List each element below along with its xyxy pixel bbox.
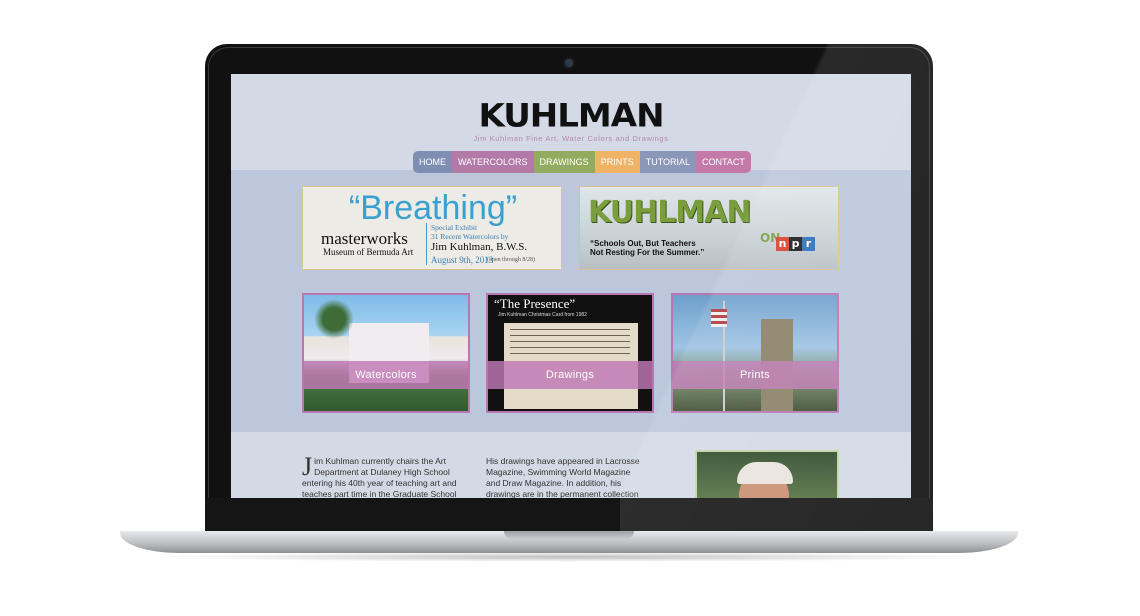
exhibit-date: August 9th, 2013 xyxy=(431,255,494,265)
artist-name: Jim Kuhlman, B.W.S. xyxy=(431,241,528,253)
nav-contact[interactable]: CONTACT xyxy=(696,151,751,173)
prints-photo-image xyxy=(673,295,837,411)
breathing-exhibit-banner[interactable]: “Breathing” masterworks Museum of Bermud… xyxy=(302,186,562,270)
card-text-line xyxy=(510,341,630,342)
laptop-shadow xyxy=(150,552,990,562)
prints-thumbnail[interactable]: Prints xyxy=(671,293,839,413)
thumbnail-label: Prints xyxy=(673,361,837,389)
npr-letter-p: p xyxy=(789,237,802,251)
kuhlman-on-npr-banner[interactable]: KUHLMAN ON n p r “Schools Out, But Teach… xyxy=(579,186,839,270)
drop-cap: J xyxy=(302,452,313,481)
npr-logo: n p r xyxy=(776,237,815,251)
bio-column-2: His drawings have appeared in Lacrosse M… xyxy=(486,456,640,498)
thumbnail-label: Watercolors xyxy=(304,361,468,389)
museum-name: Museum of Bermuda Art xyxy=(323,247,414,257)
masterworks-logo: masterworks xyxy=(321,229,408,248)
npr-quote: “Schools Out, But Teachers Not Resting F… xyxy=(590,239,704,257)
watercolors-thumbnail[interactable]: Watercolors xyxy=(302,293,470,413)
site-logo[interactable]: KUHLMAN xyxy=(231,97,911,135)
nav-home[interactable]: HOME xyxy=(413,151,452,173)
site-tagline: Jim Kuhlman Fine Art, Water Colors and D… xyxy=(473,134,669,143)
exhibit-info: Special Exhibit 31 Recent Watercolors by xyxy=(431,223,508,241)
drawings-thumbnail[interactable]: “The Presence” Jim Kuhlman Christmas Car… xyxy=(486,293,654,413)
card-text-line xyxy=(510,347,630,348)
portrait-hair xyxy=(737,462,793,484)
card-title: “The Presence” xyxy=(494,296,576,311)
painting-palm xyxy=(314,299,354,339)
laptop-opening-notch xyxy=(504,531,634,539)
npr-quote-line2: Not Resting For the Summer.” xyxy=(590,248,705,257)
flag xyxy=(711,309,727,327)
card-text-line xyxy=(510,329,630,330)
main-nav: HOME WATERCOLORS DRAWINGS PRINTS TUTORIA… xyxy=(413,151,751,173)
artist-portrait xyxy=(695,450,839,498)
card-text-line xyxy=(510,335,630,336)
laptop-bottom-bezel xyxy=(205,498,933,532)
bio-column-1: Jim Kuhlman currently chairs the Art Dep… xyxy=(302,452,462,499)
exhibit-run: (open through 8/28) xyxy=(487,257,535,263)
recent-watercolors-text: 31 Recent Watercolors by xyxy=(431,232,509,241)
npr-letter-r: r xyxy=(802,237,815,251)
card-subtitle: Jim Kuhlman Christmas Card from 1982 xyxy=(498,312,587,318)
nav-prints[interactable]: PRINTS xyxy=(594,151,640,173)
npr-letter-n: n xyxy=(776,237,789,251)
special-exhibit-text: Special Exhibit xyxy=(431,223,478,232)
nav-tutorial[interactable]: TUTORIAL xyxy=(639,151,697,173)
npr-quote-line1: “Schools Out, But Teachers xyxy=(590,239,696,248)
webcam xyxy=(565,59,573,67)
kuhlman-logo: KUHLMAN xyxy=(588,195,751,230)
bio-section: Jim Kuhlman currently chairs the Art Dep… xyxy=(231,432,911,498)
nav-drawings[interactable]: DRAWINGS xyxy=(533,151,595,173)
thumbnail-label: Drawings xyxy=(488,361,652,389)
card-text-line xyxy=(510,353,630,354)
nav-watercolors[interactable]: WATERCOLORS xyxy=(452,151,534,173)
banner-divider xyxy=(426,223,427,265)
laptop-screen: KUHLMAN Jim Kuhlman Fine Art, Water Colo… xyxy=(231,74,911,498)
bio-text-1: im Kuhlman currently chairs the Art Depa… xyxy=(302,456,457,498)
